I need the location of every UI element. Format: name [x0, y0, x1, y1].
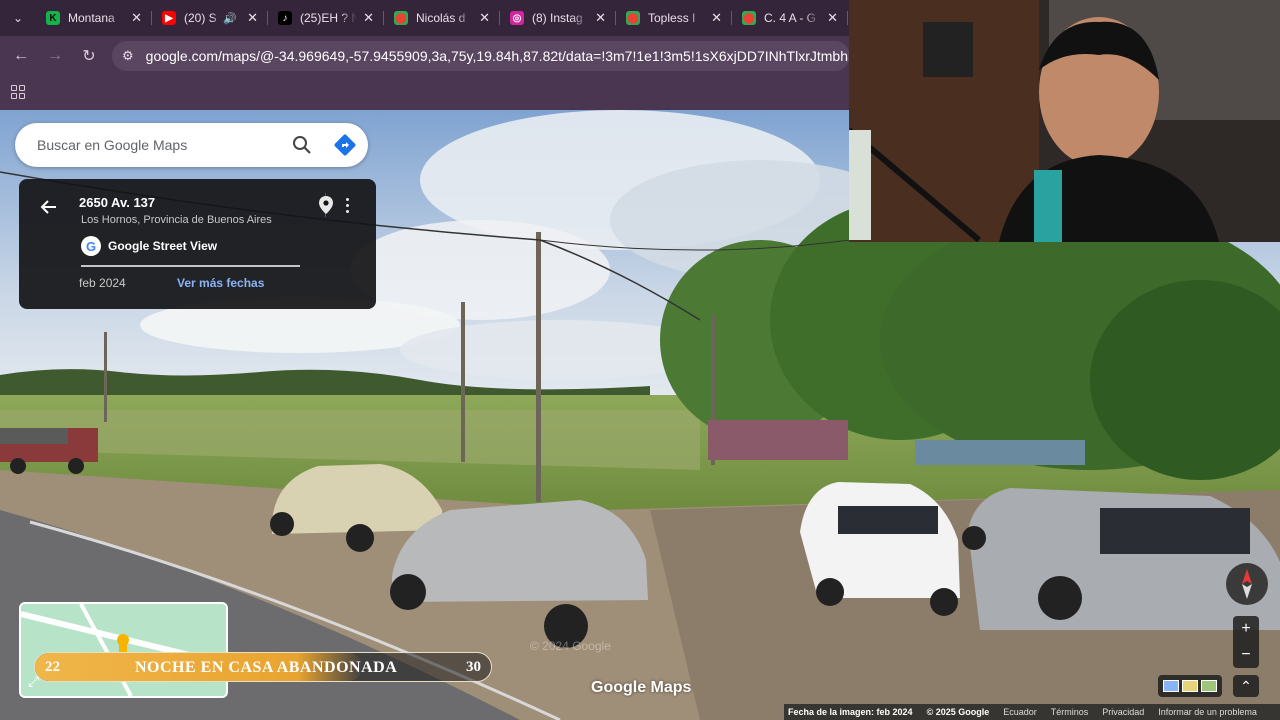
tab-title: Montana: [68, 11, 115, 25]
svg-text:© 2024 Google: © 2024 Google: [530, 639, 611, 653]
browser-tab[interactable]: ⬤ Topless I ✕: [616, 3, 732, 33]
directions-icon[interactable]: [322, 125, 368, 165]
card-locality: Los Hornos, Provincia de Buenos Aires: [81, 214, 272, 226]
search-icon[interactable]: [282, 125, 322, 165]
tab-search-button[interactable]: ⌄: [0, 0, 36, 36]
tab-close-icon[interactable]: ✕: [131, 10, 142, 26]
tab-title: (8) Instag: [532, 11, 583, 25]
webcam-overlay: [849, 0, 1280, 242]
street-view-info-card: 2650 Av. 137 Los Hornos, Provincia de Bu…: [19, 179, 376, 309]
banner-start: 22: [45, 659, 60, 675]
tab-close-icon[interactable]: ✕: [595, 10, 606, 26]
url-text[interactable]: google.com/maps/@-34.969649,-57.9455909,…: [146, 48, 850, 64]
google-maps-watermark: Google Maps: [591, 679, 692, 696]
stream-progress-banner: 22 NOCHE EN CASA ABANDONADA 30: [34, 652, 492, 682]
tab-strip: ⌄ K Montana ✕ ▶ (20) S 🔊 ✕ ♪ (25)EH ? N ✕ ⬤ Nicolás…: [0, 0, 850, 36]
zoom-control: + −: [1233, 616, 1259, 668]
location-pin-icon[interactable]: [315, 194, 337, 216]
tab-favicon-icon: ◎: [510, 11, 524, 25]
image-date: Fecha de la imagen: feb 2024: [788, 707, 913, 717]
tab-audio-icon[interactable]: 🔊: [223, 12, 237, 25]
car-silver-suv: [962, 488, 1280, 630]
report-link[interactable]: Informar de un problema: [1158, 707, 1257, 717]
tab-title: Topless I: [648, 11, 696, 25]
google-logo-icon: G: [81, 236, 101, 256]
tab-close-icon[interactable]: ✕: [247, 10, 258, 26]
browser-tab[interactable]: K Montana ✕: [36, 3, 152, 33]
tab-close-icon[interactable]: ✕: [479, 10, 490, 26]
site-info-icon[interactable]: ⚙: [122, 48, 134, 64]
tab-favicon-icon: ⬤: [626, 11, 640, 25]
browser-tab[interactable]: ◎ (8) Instag ✕: [500, 3, 616, 33]
layers-button[interactable]: [1158, 675, 1222, 697]
reload-button[interactable]: ↻: [72, 39, 106, 73]
back-arrow-icon[interactable]: [37, 195, 61, 219]
tab-title: (20) S: [184, 11, 217, 25]
screen: © 2024 Google ⌄ K Montana ✕ ▶ (20) S 🔊 ✕ ♪ (25)E…: [0, 0, 1280, 720]
more-dates-link[interactable]: Ver más fechas: [177, 276, 264, 290]
browser-tab[interactable]: ⬤ Nicolás d ✕: [384, 3, 500, 33]
tab-favicon-icon: ▶: [162, 11, 176, 25]
browser-tab[interactable]: ⬤ C. 4 A - G ✕: [732, 3, 848, 33]
tab-close-icon[interactable]: ✕: [711, 10, 722, 26]
back-button[interactable]: ←: [4, 39, 38, 73]
tab-favicon-icon: ⬤: [394, 11, 408, 25]
zoom-in-button[interactable]: +: [1233, 616, 1259, 642]
maps-search-box[interactable]: Buscar en Google Maps: [15, 123, 368, 167]
compass-icon[interactable]: [1226, 563, 1268, 605]
tab-title: (25)EH ? N: [300, 11, 358, 25]
apps-grid-icon[interactable]: [11, 85, 25, 99]
browser-tab[interactable]: ▶ (20) S 🔊 ✕: [152, 3, 268, 33]
more-options-icon[interactable]: [340, 193, 354, 217]
capture-date: feb 2024: [79, 276, 126, 290]
tab-favicon-icon: ♪: [278, 11, 292, 25]
tab-favicon-icon: ⬤: [742, 11, 756, 25]
tab-close-icon[interactable]: ✕: [827, 10, 838, 26]
banner-end: 30: [466, 659, 481, 675]
bookmarks-bar: [0, 76, 850, 110]
tab-title: C. 4 A - G: [764, 11, 817, 25]
copyright: © 2025 Google: [926, 707, 990, 717]
tab-close-icon[interactable]: ✕: [363, 10, 374, 26]
browser-tab[interactable]: ♪ (25)EH ? N ✕: [268, 3, 384, 33]
card-address: 2650 Av. 137: [79, 195, 156, 210]
tab-favicon-icon: K: [46, 11, 60, 25]
street-view-source: Google Street View: [108, 239, 218, 253]
omnibox[interactable]: ⚙ google.com/maps/@-34.969649,-57.945590…: [112, 41, 850, 71]
timeline-slider[interactable]: [81, 265, 300, 267]
tab-title: Nicolás d: [416, 11, 466, 25]
banner-title: NOCHE EN CASA ABANDONADA: [135, 659, 398, 676]
minimap[interactable]: [19, 602, 228, 698]
terms-link[interactable]: Términos: [1051, 707, 1089, 717]
webcam-image: [849, 0, 1280, 242]
country-link[interactable]: Ecuador: [1003, 707, 1037, 717]
zoom-out-button[interactable]: −: [1233, 642, 1259, 668]
privacy-link[interactable]: Privacidad: [1102, 707, 1144, 717]
address-bar: ← → ↻ ⚙ google.com/maps/@-34.969649,-57.…: [0, 36, 850, 76]
search-input[interactable]: Buscar en Google Maps: [37, 137, 282, 153]
forward-button[interactable]: →: [38, 39, 72, 73]
map-footer: Fecha de la imagen: feb 2024 © 2025 Goog…: [784, 704, 1280, 720]
collapse-chevron-icon[interactable]: ⌃: [1233, 675, 1259, 697]
